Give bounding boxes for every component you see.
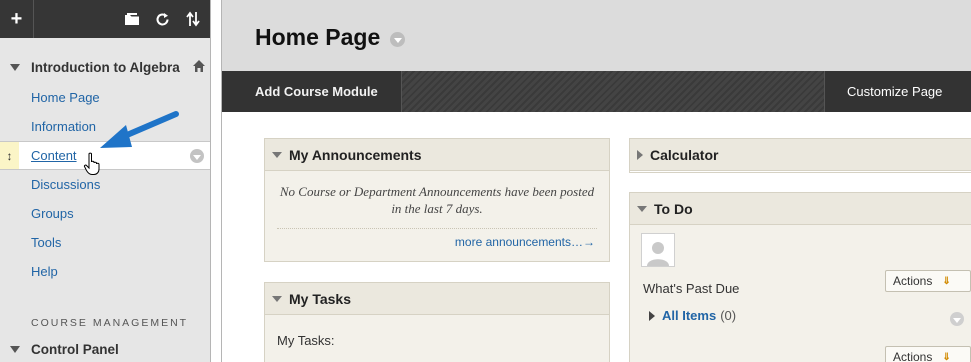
expand-triangle-icon[interactable] — [637, 149, 643, 160]
module-title: To Do — [654, 200, 693, 217]
page-title: Home Page — [255, 24, 381, 50]
all-items-count: (0) — [720, 308, 737, 323]
course-management-heading: COURSE MANAGEMENT — [31, 317, 189, 329]
home-icon[interactable] — [192, 59, 206, 73]
chevron-down-icon[interactable] — [950, 312, 964, 326]
module-body: No Course or Department Announcements ha… — [265, 171, 609, 261]
double-chevron-down-icon: ⇓ — [942, 351, 951, 362]
actions-menu-button[interactable]: Actions ⇓ — [885, 346, 971, 362]
add-course-module-button[interactable]: Add Course Module — [222, 71, 402, 112]
add-menu-item-button[interactable]: + — [0, 0, 34, 38]
sort-icon[interactable] — [178, 0, 208, 38]
divider — [277, 228, 597, 229]
avatar — [641, 233, 675, 267]
sidebar-item-discussions[interactable]: Discussions — [0, 170, 210, 199]
refresh-icon[interactable] — [148, 0, 176, 38]
chevron-down-icon[interactable] — [190, 149, 204, 163]
all-items-row[interactable]: All Items (0) — [649, 308, 736, 323]
actions-menu-button[interactable]: Actions ⇓ — [885, 270, 971, 292]
past-due-heading: What's Past Due — [643, 281, 740, 296]
module-body: My Tasks: — [265, 315, 609, 362]
sidebar-toolbar: + — [0, 0, 210, 38]
chevron-down-icon[interactable] — [390, 32, 405, 47]
sidebar-item-label[interactable]: Home Page — [31, 90, 100, 105]
folder-icon[interactable] — [118, 0, 146, 38]
calculator-module: Calculator — [629, 138, 971, 173]
announcements-module: My Announcements No Course or Department… — [264, 138, 610, 262]
control-panel-title[interactable]: Control Panel — [31, 342, 119, 357]
module-header[interactable]: Calculator — [630, 139, 971, 171]
main-content: Home Page Add Course Module Customize Pa… — [221, 0, 971, 362]
action-bar: Add Course Module Customize Page — [222, 71, 971, 112]
module-body: Actions ⇓ What's Past Due All Items (0) … — [630, 225, 971, 362]
collapse-triangle-icon[interactable] — [272, 151, 282, 158]
drag-handle-icon[interactable]: ↕ — [0, 142, 19, 169]
all-items-link[interactable]: All Items — [662, 308, 716, 323]
collapse-triangle-icon[interactable] — [637, 205, 647, 212]
blue-arrow-annotation-icon — [100, 111, 179, 148]
sidebar-item-tools[interactable]: Tools — [0, 228, 210, 257]
course-menu-header[interactable]: Introduction to Algebra — [0, 56, 210, 78]
tasks-label: My Tasks: — [277, 333, 335, 348]
module-header[interactable]: My Announcements — [265, 139, 609, 171]
sidebar-item-label[interactable]: Tools — [31, 235, 61, 250]
sidebar-item-label[interactable]: Discussions — [31, 177, 100, 192]
actions-label: Actions — [893, 274, 933, 288]
tasks-module: My Tasks My Tasks: — [264, 282, 610, 362]
sidebar-item-label[interactable]: Groups — [31, 206, 74, 221]
sidebar-item-label[interactable]: Information — [31, 119, 96, 134]
collapse-triangle-icon[interactable] — [272, 295, 282, 302]
sidebar-item-label[interactable]: Help — [31, 264, 58, 279]
module-title: Calculator — [650, 146, 719, 163]
collapse-triangle-icon[interactable] — [10, 63, 20, 71]
expand-triangle-icon[interactable] — [649, 310, 655, 321]
control-panel-header[interactable]: Control Panel — [0, 339, 119, 359]
course-title: Introduction to Algebra — [31, 59, 180, 75]
page-header: Home Page — [222, 0, 971, 72]
todo-module: To Do Actions ⇓ What's Past Due All Item… — [629, 192, 971, 362]
sidebar-item-help[interactable]: Help — [0, 257, 210, 286]
more-announcements-link[interactable]: more announcements…→ — [455, 235, 595, 249]
module-header[interactable]: My Tasks — [265, 283, 609, 315]
course-menu-sidebar: + Introduction to Algebra Home Page Info… — [0, 0, 211, 362]
actions-label: Actions — [893, 350, 933, 362]
module-title: My Announcements — [289, 146, 422, 163]
module-title: My Tasks — [289, 290, 351, 307]
announcements-empty-message: No Course or Department Announcements ha… — [279, 184, 595, 216]
customize-page-button[interactable]: Customize Page — [824, 71, 971, 112]
sidebar-item-label[interactable]: Content — [31, 148, 77, 163]
user-silhouette-icon — [647, 242, 669, 266]
double-chevron-down-icon: ⇓ — [942, 275, 951, 287]
sidebar-item-groups[interactable]: Groups — [0, 199, 210, 228]
module-header[interactable]: To Do — [630, 193, 971, 225]
collapse-triangle-icon[interactable] — [10, 345, 20, 353]
sidebar-item-home-page[interactable]: Home Page — [0, 83, 210, 112]
hand-cursor-icon — [83, 152, 100, 175]
